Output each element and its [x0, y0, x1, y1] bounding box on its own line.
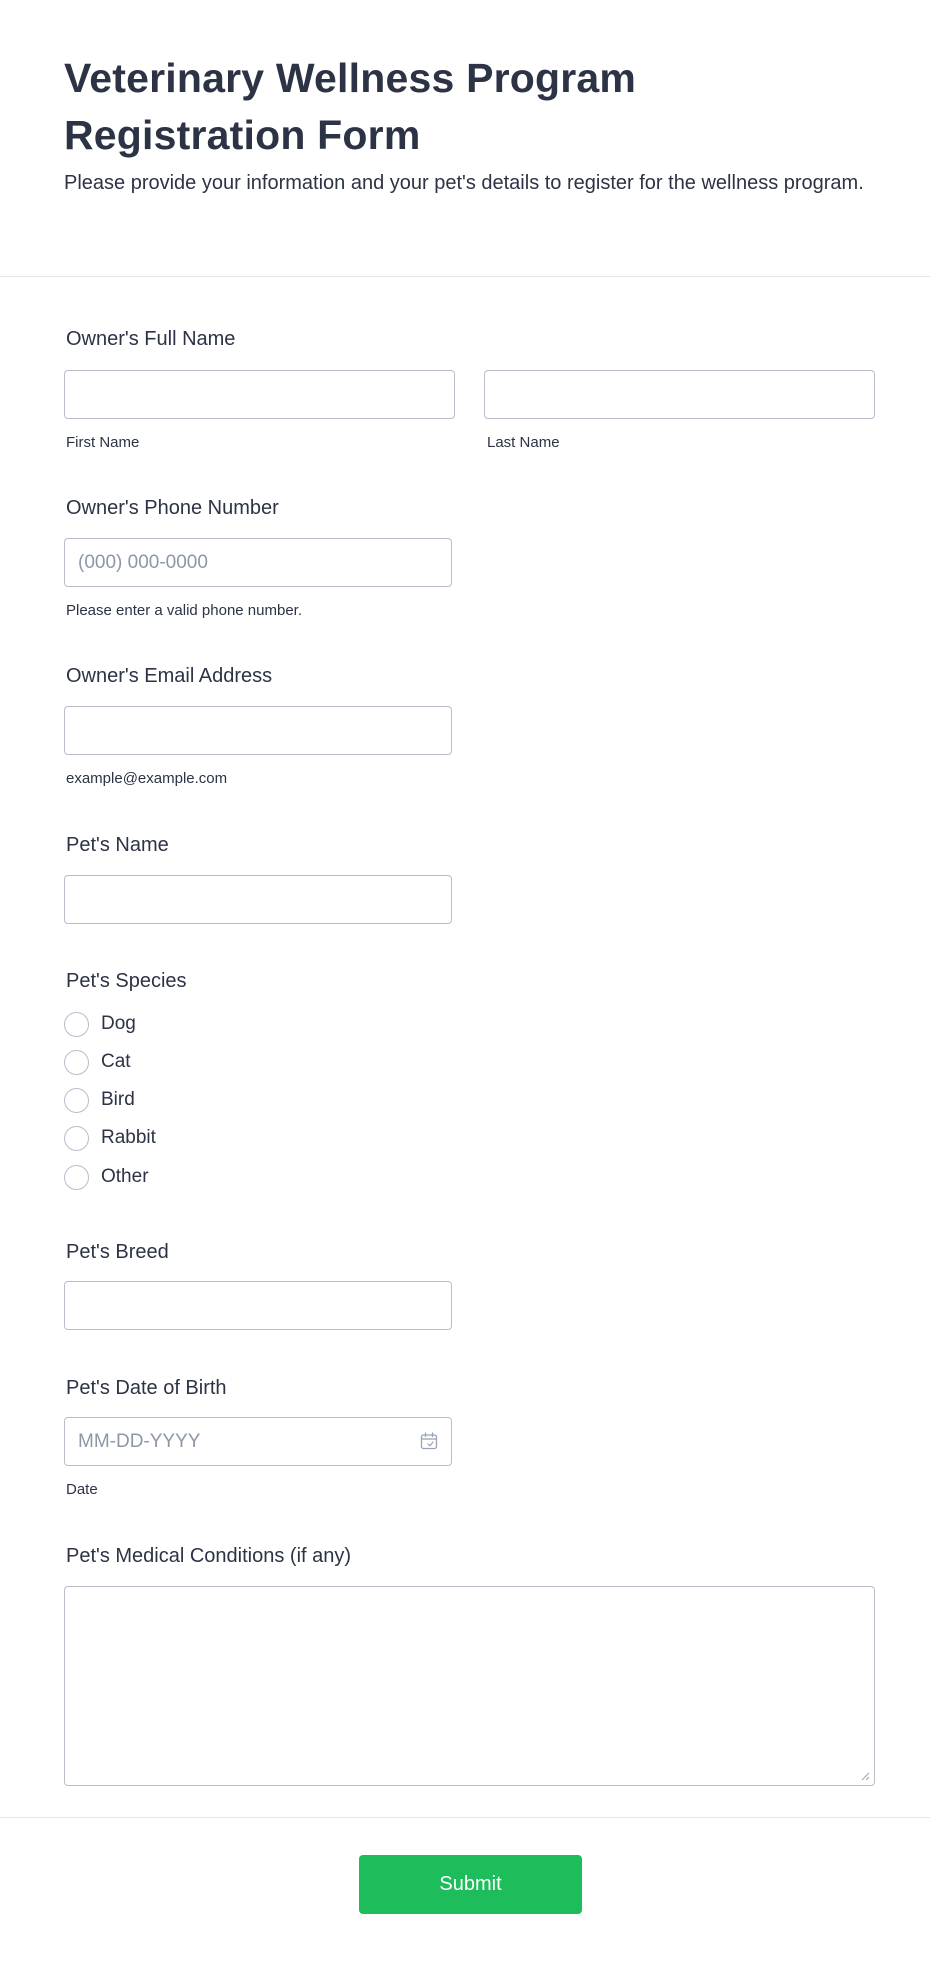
radio-button[interactable] [64, 1049, 89, 1075]
dob-field[interactable] [64, 1417, 452, 1466]
species-option-label: Bird [101, 1089, 135, 1110]
first-name-input[interactable] [64, 370, 455, 419]
owner-email-label: Owner's Email Address [66, 665, 273, 687]
species-option-label: Cat [101, 1051, 131, 1072]
species-option-label: Rabbit [101, 1127, 156, 1148]
pet-species-label: Pet's Species [66, 970, 187, 992]
phone-sublabel: Please enter a valid phone number. [66, 602, 302, 619]
radio-button[interactable] [64, 1011, 89, 1037]
species-option-other[interactable]: Other [64, 1164, 149, 1190]
pet-conditions-label: Pet's Medical Conditions (if any) [66, 1545, 352, 1567]
form-footer: Submit [0, 1817, 930, 1964]
email-sublabel: example@example.com [66, 770, 228, 787]
medical-conditions-textarea[interactable] [64, 1586, 875, 1786]
species-option-dog[interactable]: Dog [64, 1011, 136, 1037]
pet-name-input[interactable] [64, 875, 452, 924]
calendar-icon[interactable] [420, 1432, 438, 1450]
radio-button[interactable] [64, 1087, 89, 1113]
pet-name-label: Pet's Name [66, 834, 169, 856]
owner-name-label: Owner's Full Name [66, 328, 236, 350]
last-name-sublabel: Last Name [487, 434, 560, 451]
phone-input[interactable] [64, 538, 452, 587]
radio-button[interactable] [64, 1164, 89, 1190]
form-description: Please provide your information and your… [64, 172, 864, 194]
pet-breed-input[interactable] [64, 1281, 452, 1330]
dob-sublabel: Date [66, 1481, 98, 1498]
species-option-bird[interactable]: Bird [64, 1087, 135, 1113]
registration-form-page: Veterinary Wellness Program Registration… [0, 0, 930, 1964]
last-name-input[interactable] [484, 370, 875, 419]
species-option-label: Other [101, 1166, 149, 1187]
form-header: Veterinary Wellness Program Registration… [0, 0, 930, 277]
resize-grip-icon[interactable] [860, 1771, 870, 1781]
species-option-cat[interactable]: Cat [64, 1049, 131, 1075]
owner-phone-label: Owner's Phone Number [66, 497, 279, 519]
pet-dob-label: Pet's Date of Birth [66, 1377, 227, 1399]
species-option-rabbit[interactable]: Rabbit [64, 1125, 156, 1151]
dob-input[interactable] [64, 1417, 452, 1466]
form-title: Veterinary Wellness Program Registration… [64, 55, 637, 158]
pet-breed-label: Pet's Breed [66, 1241, 169, 1263]
email-input[interactable] [64, 706, 452, 755]
submit-button[interactable]: Submit [359, 1855, 582, 1914]
first-name-sublabel: First Name [66, 434, 140, 451]
radio-button[interactable] [64, 1125, 89, 1151]
species-option-label: Dog [101, 1013, 136, 1034]
